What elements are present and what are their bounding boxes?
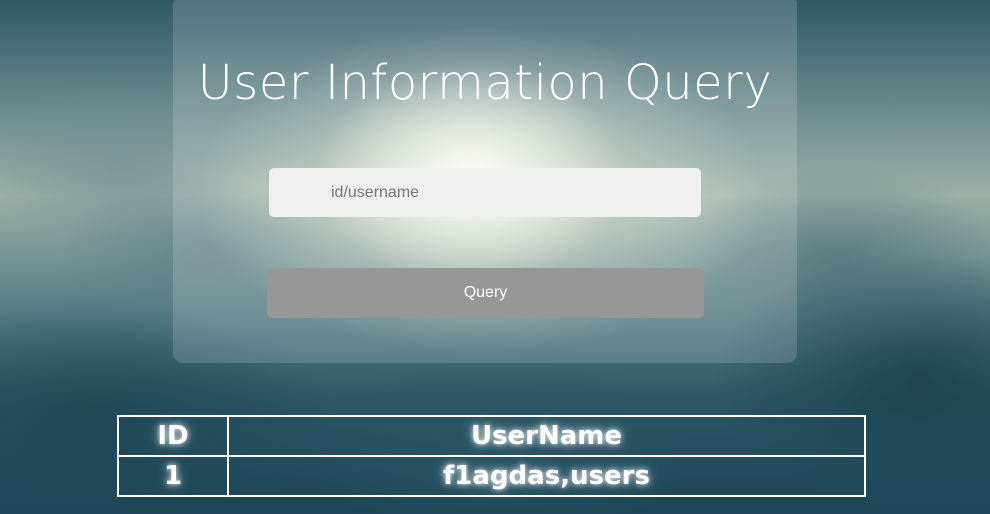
id-username-input[interactable] — [269, 168, 701, 217]
query-panel: User Information Query Query — [173, 0, 797, 363]
page-title: User Information Query — [197, 55, 773, 111]
results-table: ID UserName 1 f1agdas,users — [117, 415, 866, 497]
header-username: UserName — [227, 415, 866, 457]
query-button[interactable]: Query — [267, 268, 704, 318]
header-id: ID — [117, 415, 229, 457]
cell-id: 1 — [117, 455, 229, 497]
cell-username: f1agdas,users — [227, 455, 866, 497]
table-header-row: ID UserName — [117, 415, 866, 457]
table-row: 1 f1agdas,users — [117, 455, 866, 497]
